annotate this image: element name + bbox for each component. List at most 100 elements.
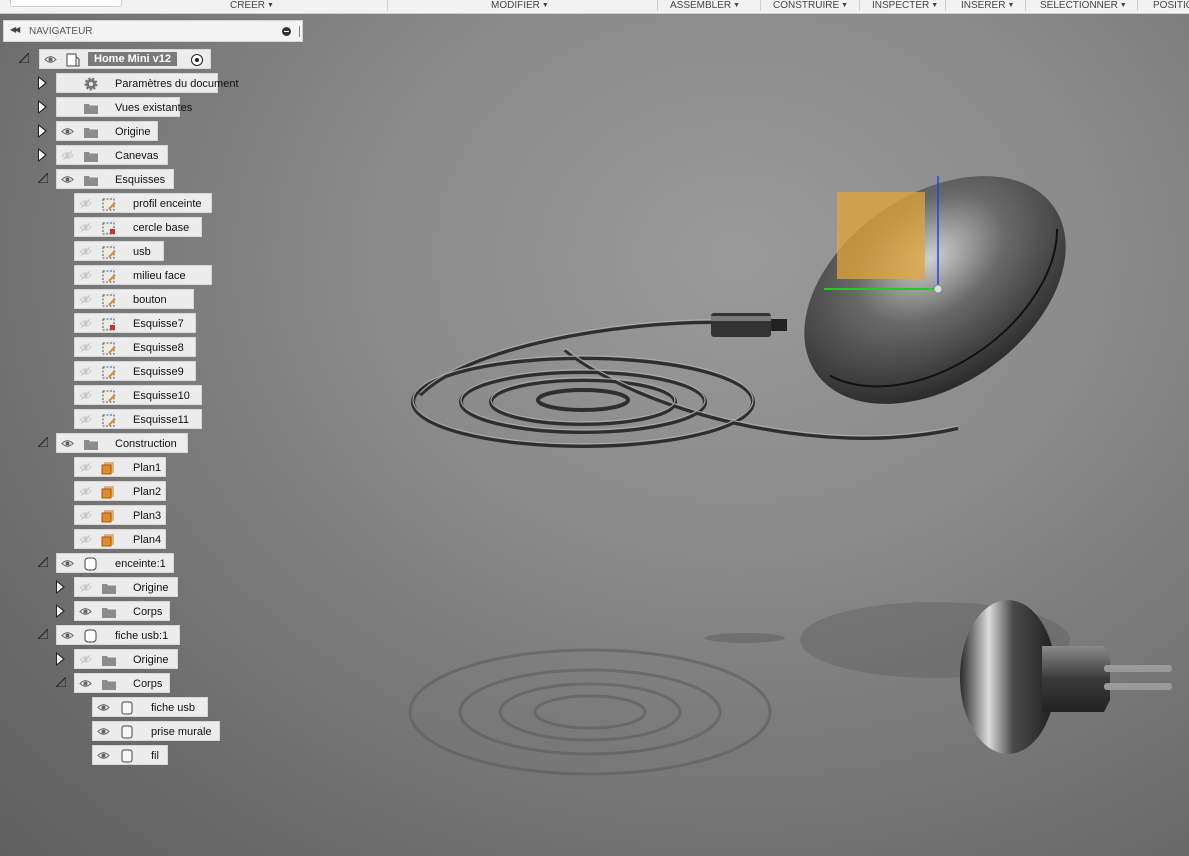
tree-item-node[interactable]: prise murale bbox=[92, 721, 220, 741]
tree-item-node[interactable]: Esquisse8 bbox=[74, 337, 196, 357]
expand-triangle-icon[interactable] bbox=[38, 124, 47, 138]
tree-item-node[interactable]: fiche usb bbox=[92, 697, 208, 717]
eye-icon[interactable] bbox=[61, 126, 74, 137]
tree-item-node[interactable]: Canevas bbox=[56, 145, 168, 165]
expanded-triangle-icon[interactable] bbox=[38, 629, 48, 639]
menu-creer[interactable]: CREER ▼ bbox=[230, 0, 274, 13]
minimize-icon[interactable] bbox=[282, 27, 291, 36]
tree-item-node[interactable]: Origine bbox=[74, 577, 178, 597]
tree-item-node[interactable]: Plan1 bbox=[74, 457, 166, 477]
tree-item-node[interactable]: fiche usb:1 bbox=[56, 625, 180, 645]
expanded-triangle-icon[interactable] bbox=[38, 557, 48, 567]
tree-item[interactable]: fiche usb:1 bbox=[38, 625, 182, 645]
eye-hidden-icon[interactable] bbox=[61, 150, 74, 161]
eye-hidden-icon[interactable] bbox=[79, 270, 92, 281]
tree-item[interactable]: Plan4 bbox=[56, 529, 168, 549]
eye-hidden-icon[interactable] bbox=[79, 366, 92, 377]
eye-icon[interactable] bbox=[97, 726, 110, 737]
tree-item[interactable]: Construction bbox=[38, 433, 190, 453]
expanded-triangle-icon[interactable] bbox=[38, 173, 48, 183]
tree-item[interactable]: Esquisse10 bbox=[56, 385, 204, 405]
tree-item[interactable]: Plan2 bbox=[56, 481, 168, 501]
tree-item[interactable]: Esquisse11 bbox=[56, 409, 204, 429]
tree-item[interactable]: Paramètres du document bbox=[38, 73, 239, 93]
tree-item[interactable]: Esquisse8 bbox=[56, 337, 198, 357]
tree-item-node[interactable]: Esquisses bbox=[56, 169, 174, 189]
eye-icon[interactable] bbox=[79, 606, 92, 617]
eye-hidden-icon[interactable] bbox=[79, 222, 92, 233]
tree-item[interactable]: Origine bbox=[38, 121, 160, 141]
eye-icon[interactable] bbox=[61, 174, 74, 185]
tree-item-node[interactable]: fil bbox=[92, 745, 168, 765]
eye-icon[interactable] bbox=[61, 438, 74, 449]
eye-hidden-icon[interactable] bbox=[79, 342, 92, 353]
eye-hidden-icon[interactable] bbox=[79, 246, 92, 257]
eye-hidden-icon[interactable] bbox=[79, 318, 92, 329]
expanded-triangle-icon[interactable] bbox=[38, 437, 48, 447]
tree-item[interactable]: enceinte:1 bbox=[38, 553, 176, 573]
tree-item-node[interactable]: Origine bbox=[74, 649, 178, 669]
menu-position[interactable]: POSITIO bbox=[1153, 0, 1189, 13]
tree-item-node[interactable]: profil enceinte bbox=[74, 193, 212, 213]
tree-item[interactable]: Esquisses bbox=[38, 169, 176, 189]
eye-hidden-icon[interactable] bbox=[79, 534, 92, 545]
tree-item-node[interactable]: Corps bbox=[74, 601, 170, 621]
tree-item[interactable]: Plan1 bbox=[56, 457, 168, 477]
tree-item-node[interactable]: Esquisse10 bbox=[74, 385, 202, 405]
eye-hidden-icon[interactable] bbox=[79, 486, 92, 497]
tree-item-node[interactable]: Plan3 bbox=[74, 505, 166, 525]
tree-root-node[interactable]: Home Mini v12 bbox=[39, 49, 211, 69]
activate-radio-icon[interactable] bbox=[191, 54, 203, 66]
tree-item-node[interactable]: Paramètres du document bbox=[56, 73, 239, 93]
tree-item[interactable]: Corps bbox=[56, 673, 172, 693]
tree-item-node[interactable]: Plan4 bbox=[74, 529, 166, 549]
tree-item-node[interactable]: Esquisse9 bbox=[74, 361, 196, 381]
tree-item-node[interactable]: Origine bbox=[56, 121, 158, 141]
expand-triangle-icon[interactable] bbox=[38, 76, 47, 90]
tree-item-node[interactable]: Construction bbox=[56, 433, 188, 453]
tree-item[interactable]: prise murale bbox=[74, 721, 222, 741]
eye-hidden-icon[interactable] bbox=[79, 510, 92, 521]
eye-hidden-icon[interactable] bbox=[79, 654, 92, 665]
tree-item[interactable]: Origine bbox=[56, 577, 180, 597]
menu-inspecter[interactable]: INSPECTER ▼ bbox=[872, 0, 938, 13]
tree-item[interactable]: Plan3 bbox=[56, 505, 168, 525]
expand-triangle-icon[interactable] bbox=[38, 148, 47, 162]
menu-construire[interactable]: CONSTRUIRE ▼ bbox=[773, 0, 848, 13]
tree-item-node[interactable]: Vues existantes bbox=[56, 97, 192, 117]
tree-item[interactable]: Origine bbox=[56, 649, 180, 669]
tree-item-node[interactable]: Esquisse7 bbox=[74, 313, 196, 333]
eye-hidden-icon[interactable] bbox=[79, 390, 92, 401]
expand-triangle-icon[interactable] bbox=[56, 652, 65, 666]
tree-item[interactable]: Esquisse9 bbox=[56, 361, 198, 381]
tree-item-node[interactable]: usb bbox=[74, 241, 164, 261]
tree-item[interactable]: bouton bbox=[56, 289, 196, 309]
eye-icon[interactable] bbox=[61, 630, 74, 641]
tree-item[interactable]: fiche usb bbox=[74, 697, 210, 717]
tree-item[interactable]: usb bbox=[56, 241, 166, 261]
resize-grip-icon[interactable] bbox=[299, 26, 300, 37]
menu-modifier[interactable]: MODIFIER ▼ bbox=[491, 0, 549, 13]
expand-triangle-icon[interactable] bbox=[56, 604, 65, 618]
tree-item-node[interactable]: Plan2 bbox=[74, 481, 166, 501]
expanded-triangle-icon[interactable] bbox=[56, 677, 66, 687]
tree-item[interactable]: Vues existantes bbox=[38, 97, 192, 117]
eye-hidden-icon[interactable] bbox=[79, 198, 92, 209]
tree-item[interactable]: Esquisse7 bbox=[56, 313, 198, 333]
collapse-panel-icon[interactable]: ◀◀ bbox=[10, 25, 20, 34]
eye-icon[interactable] bbox=[97, 750, 110, 761]
menu-selectionner[interactable]: SELECTIONNER ▼ bbox=[1040, 0, 1127, 13]
eye-icon[interactable] bbox=[79, 678, 92, 689]
tree-item-node[interactable]: Corps bbox=[74, 673, 170, 693]
tree-item[interactable]: milieu face bbox=[56, 265, 214, 285]
tree-item-node[interactable]: cercle base bbox=[74, 217, 202, 237]
menu-assembler[interactable]: ASSEMBLER ▼ bbox=[670, 0, 740, 13]
eye-hidden-icon[interactable] bbox=[79, 582, 92, 593]
tree-item[interactable]: profil enceinte bbox=[56, 193, 214, 213]
tree-item[interactable]: Canevas bbox=[38, 145, 170, 165]
eye-icon[interactable] bbox=[44, 54, 57, 65]
tree-root[interactable]: Home Mini v12 bbox=[19, 49, 219, 69]
eye-hidden-icon[interactable] bbox=[79, 414, 92, 425]
tree-item-node[interactable]: milieu face bbox=[74, 265, 212, 285]
expand-triangle-icon[interactable] bbox=[56, 580, 65, 594]
